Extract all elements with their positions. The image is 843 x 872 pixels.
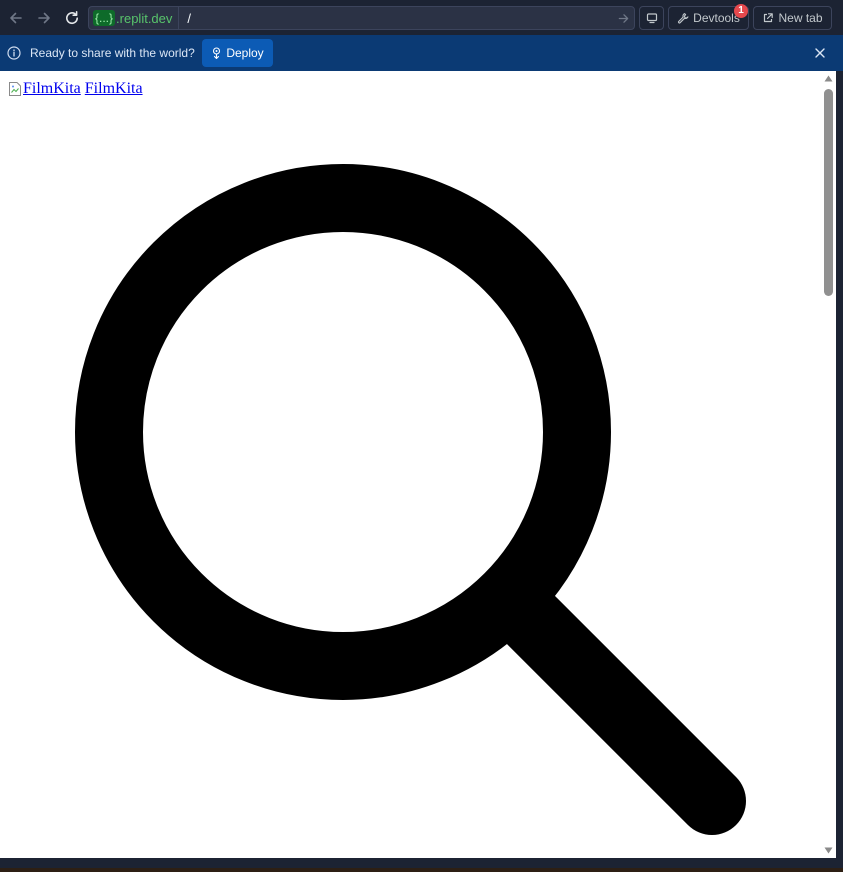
reload-icon xyxy=(66,11,78,25)
deploy-icon xyxy=(213,47,221,59)
page-scrollbar[interactable] xyxy=(820,71,836,858)
url-path-input[interactable] xyxy=(179,8,612,28)
arrow-left-icon xyxy=(10,12,22,24)
new-tab-button[interactable]: New tab xyxy=(753,6,832,30)
wrench-icon xyxy=(678,13,689,24)
close-icon xyxy=(815,48,825,58)
url-go-button[interactable] xyxy=(612,7,634,29)
monitor-icon xyxy=(646,13,657,24)
url-host-suffix: .replit.dev xyxy=(116,10,173,26)
external-link-icon xyxy=(764,13,774,23)
devtools-button[interactable]: Devtools 1 xyxy=(668,4,749,30)
brand-image-alt: FilmKita xyxy=(23,80,81,97)
brand-link[interactable]: FilmKita FilmKita xyxy=(8,80,143,98)
scroll-down-arrow-icon[interactable] xyxy=(824,847,833,854)
deploy-label: Deploy xyxy=(226,46,264,60)
deploy-button[interactable]: Deploy xyxy=(202,39,273,67)
brand-logo-image: FilmKita xyxy=(8,80,81,98)
brand-text: FilmKita xyxy=(84,80,143,97)
arrow-right-icon xyxy=(618,13,628,23)
forward-button[interactable] xyxy=(33,7,55,29)
arrow-right-icon xyxy=(38,12,50,24)
devtools-badge: 1 xyxy=(734,4,748,18)
close-banner-button[interactable] xyxy=(813,46,827,60)
url-host-token: {...} xyxy=(93,10,116,26)
scrollbar-thumb[interactable] xyxy=(824,89,833,296)
device-preview-button[interactable] xyxy=(639,6,664,30)
banner-message: Ready to share with the world? xyxy=(30,46,195,60)
broken-image-icon xyxy=(9,82,21,96)
taskbar-strip xyxy=(0,868,843,872)
info-icon xyxy=(7,46,21,65)
browser-toolbar: {...}.replit.dev Devtools 1 xyxy=(0,0,843,35)
deploy-banner: Ready to share with the world? Deploy xyxy=(0,35,843,71)
url-host: {...} .replit.dev xyxy=(89,7,180,29)
url-bar[interactable]: {...} .replit.dev xyxy=(88,6,635,30)
window-right-edge xyxy=(836,71,843,858)
back-button[interactable] xyxy=(5,7,27,29)
scroll-up-arrow-icon[interactable] xyxy=(824,75,833,82)
search-icon xyxy=(75,164,746,835)
new-tab-label: New tab xyxy=(778,11,823,25)
devtools-label: Devtools xyxy=(693,11,740,25)
browser-window: {...}.replit.dev Devtools 1 xyxy=(0,0,843,872)
page-viewport: FilmKita FilmKita xyxy=(0,71,836,858)
reload-button[interactable] xyxy=(61,7,83,29)
